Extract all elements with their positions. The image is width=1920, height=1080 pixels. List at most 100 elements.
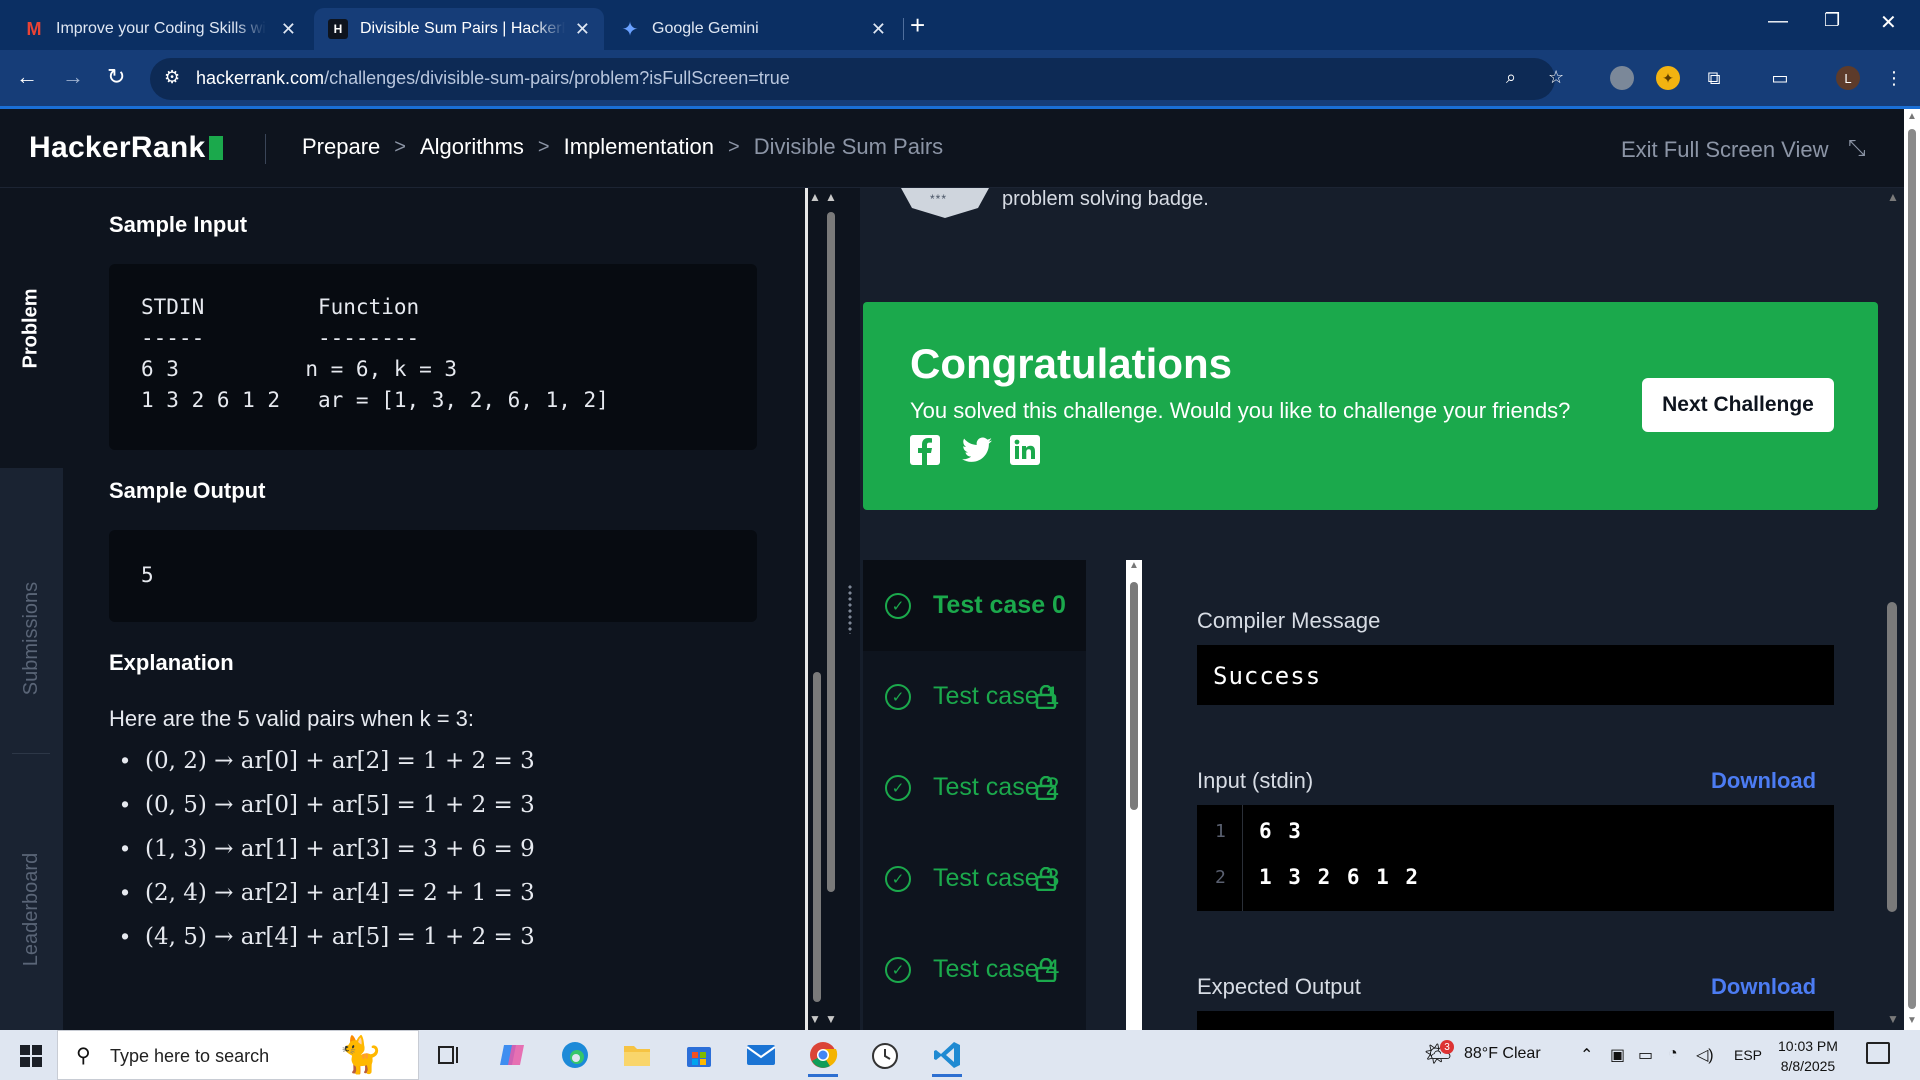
facebook-icon[interactable]: [909, 434, 941, 466]
extension-icon[interactable]: ✦: [1656, 66, 1680, 90]
test-case-4[interactable]: ✓ Test case 4: [863, 924, 1086, 1015]
scroll-up-arrow-icon[interactable]: ▲: [825, 190, 837, 204]
nav-submissions[interactable]: Submissions: [0, 488, 63, 788]
reload-icon[interactable]: ↻: [107, 64, 125, 90]
breadcrumb-current: Divisible Sum Pairs: [753, 134, 944, 159]
stdin-box: 1 6 3 2 1 3 2 6 1 2: [1197, 805, 1834, 911]
badge-stars: ***: [930, 192, 948, 206]
meet-now-icon[interactable]: ▣: [1610, 1045, 1625, 1065]
new-tab-button[interactable]: +: [910, 10, 925, 41]
scroll-thumb[interactable]: [813, 672, 821, 1002]
breadcrumb-algorithms[interactable]: Algorithms: [420, 134, 524, 160]
edge-browser-icon[interactable]: [554, 1035, 596, 1075]
tab-gemini[interactable]: ✦ Google Gemini ✕: [606, 8, 900, 50]
battery-icon[interactable]: ▭: [1638, 1045, 1653, 1065]
breadcrumb-implementation[interactable]: Implementation: [564, 134, 714, 160]
hackerrank-logo[interactable]: HackerRank: [29, 131, 224, 165]
linkedin-icon[interactable]: [1009, 434, 1041, 466]
close-window-icon[interactable]: ✕: [1880, 10, 1897, 35]
nav-leaderboard[interactable]: Leaderboard: [0, 788, 63, 1030]
list-item: (4, 5) → ar[4] + ar[5] = 1 + 2 = 3: [121, 923, 535, 968]
windows-start-icon[interactable]: [20, 1045, 42, 1067]
tab-hackerrank[interactable]: H Divisible Sum Pairs | HackerRank ✕: [314, 8, 604, 50]
input-stdin-label: Input (stdin): [1197, 768, 1314, 793]
scroll-up-arrow-icon[interactable]: ▲: [1887, 190, 1899, 204]
drag-handle-icon[interactable]: [847, 584, 853, 634]
file-explorer-icon[interactable]: [616, 1035, 658, 1075]
scroll-thumb[interactable]: [1130, 582, 1138, 810]
close-tab-icon[interactable]: ✕: [575, 19, 590, 40]
search-placeholder: Type here to search: [110, 1046, 270, 1066]
download-expected-link[interactable]: Download: [1711, 974, 1816, 1000]
back-icon[interactable]: ←: [16, 64, 38, 90]
scroll-thumb[interactable]: [827, 212, 835, 892]
clock-app-icon[interactable]: [864, 1035, 906, 1075]
test-case-2[interactable]: ✓ Test case 2: [863, 742, 1086, 833]
wifi-icon[interactable]: ◔: [1668, 1045, 1678, 1063]
scroll-down-arrow-icon[interactable]: ▼: [1907, 1015, 1917, 1026]
site-info-icon[interactable]: ⚙: [164, 67, 180, 88]
close-tab-icon[interactable]: ✕: [281, 19, 296, 40]
clock[interactable]: 10:03 PM 8/8/2025: [1778, 1036, 1838, 1076]
lock-icon: [1035, 866, 1057, 891]
scroll-down-arrow-icon[interactable]: ▼: [809, 1012, 821, 1026]
extension-icon[interactable]: [1610, 66, 1634, 90]
taskbar: ⚲ Type here to search 🐈 🌤 3 88°F Clear ⌃…: [0, 1030, 1920, 1080]
results-scrollbar[interactable]: ▲ ▼: [1882, 188, 1904, 1030]
notifications-icon[interactable]: [1866, 1042, 1890, 1064]
test-case-1[interactable]: ✓ Test case 1: [863, 651, 1086, 742]
microsoft-store-icon[interactable]: [678, 1035, 720, 1075]
compiler-message-box: Success: [1197, 645, 1834, 705]
chrome-icon[interactable]: [802, 1035, 844, 1077]
menu-kebab-icon[interactable]: ⋮: [1882, 66, 1906, 90]
list-item: (1, 3) → ar[1] + ar[3] = 3 + 6 = 9: [121, 835, 535, 880]
problem-scrollbar[interactable]: ▲ ▲ ▼ ▼: [805, 188, 840, 1030]
chevron-right-icon: >: [394, 135, 406, 158]
hackerrank-icon: H: [328, 19, 348, 39]
language-indicator[interactable]: ESP: [1734, 1047, 1762, 1063]
next-challenge-button[interactable]: Next Challenge: [1642, 378, 1834, 432]
copilot-icon[interactable]: [492, 1035, 534, 1075]
scroll-up-arrow-icon[interactable]: ▲: [1907, 111, 1917, 122]
profile-avatar[interactable]: L: [1836, 66, 1860, 90]
scroll-thumb[interactable]: [1908, 129, 1916, 1009]
weather-text[interactable]: 88°F Clear: [1464, 1045, 1541, 1063]
chevron-up-icon[interactable]: ⌃: [1580, 1045, 1593, 1065]
sample-input-box: STDIN Function ----- -------- 6 3 n = 6,…: [109, 264, 757, 450]
nav-problem[interactable]: Problem: [0, 188, 63, 468]
twitter-icon[interactable]: [961, 434, 993, 466]
mail-icon[interactable]: [740, 1035, 782, 1075]
cast-icon[interactable]: ▭: [1768, 66, 1792, 90]
test-case-0[interactable]: ✓ Test case 0: [863, 560, 1086, 651]
tab-gmail[interactable]: M Improve your Coding Skills with ✕: [10, 8, 310, 50]
taskbar-search[interactable]: ⚲ Type here to search 🐈: [57, 1030, 419, 1080]
scroll-up-arrow-icon[interactable]: ▲: [809, 190, 821, 204]
scroll-up-arrow-icon[interactable]: ▲: [1129, 560, 1139, 571]
exit-fullscreen-link[interactable]: Exit Full Screen View: [1621, 137, 1828, 163]
volume-icon[interactable]: ◁): [1696, 1045, 1714, 1065]
close-tab-icon[interactable]: ✕: [871, 19, 886, 40]
panel-splitter[interactable]: [840, 188, 860, 1030]
restore-icon[interactable]: ❐: [1824, 10, 1840, 31]
code-line: ----- --------: [141, 326, 420, 350]
download-input-link[interactable]: Download: [1711, 768, 1816, 794]
minimize-icon[interactable]: —: [1768, 10, 1788, 33]
scroll-down-arrow-icon[interactable]: ▼: [1887, 1012, 1899, 1026]
test-list-scrollbar[interactable]: ▲: [1126, 560, 1142, 1030]
test-case-3[interactable]: ✓ Test case 3: [863, 833, 1086, 924]
explanation-title: Explanation: [109, 650, 234, 675]
address-bar[interactable]: ⚙ hackerrank.com/challenges/divisible-su…: [150, 58, 1564, 100]
vscode-icon[interactable]: [926, 1035, 968, 1077]
extensions-puzzle-icon[interactable]: ⧉: [1702, 66, 1726, 90]
scroll-thumb[interactable]: [1887, 602, 1897, 912]
bookmark-star-icon[interactable]: ☆: [1548, 67, 1564, 88]
forward-icon[interactable]: →: [62, 64, 84, 90]
breadcrumb-prepare[interactable]: Prepare: [302, 134, 380, 160]
zoom-icon[interactable]: ⌕: [1506, 67, 1516, 88]
check-circle-icon: ✓: [885, 592, 911, 619]
check-circle-icon: ✓: [885, 683, 911, 710]
page-scrollbar[interactable]: ▲ ▼: [1904, 109, 1920, 1030]
task-view-icon[interactable]: [428, 1035, 470, 1075]
scroll-down-arrow-icon[interactable]: ▼: [825, 1012, 837, 1026]
collapse-icon[interactable]: ⤡: [1848, 135, 1866, 161]
